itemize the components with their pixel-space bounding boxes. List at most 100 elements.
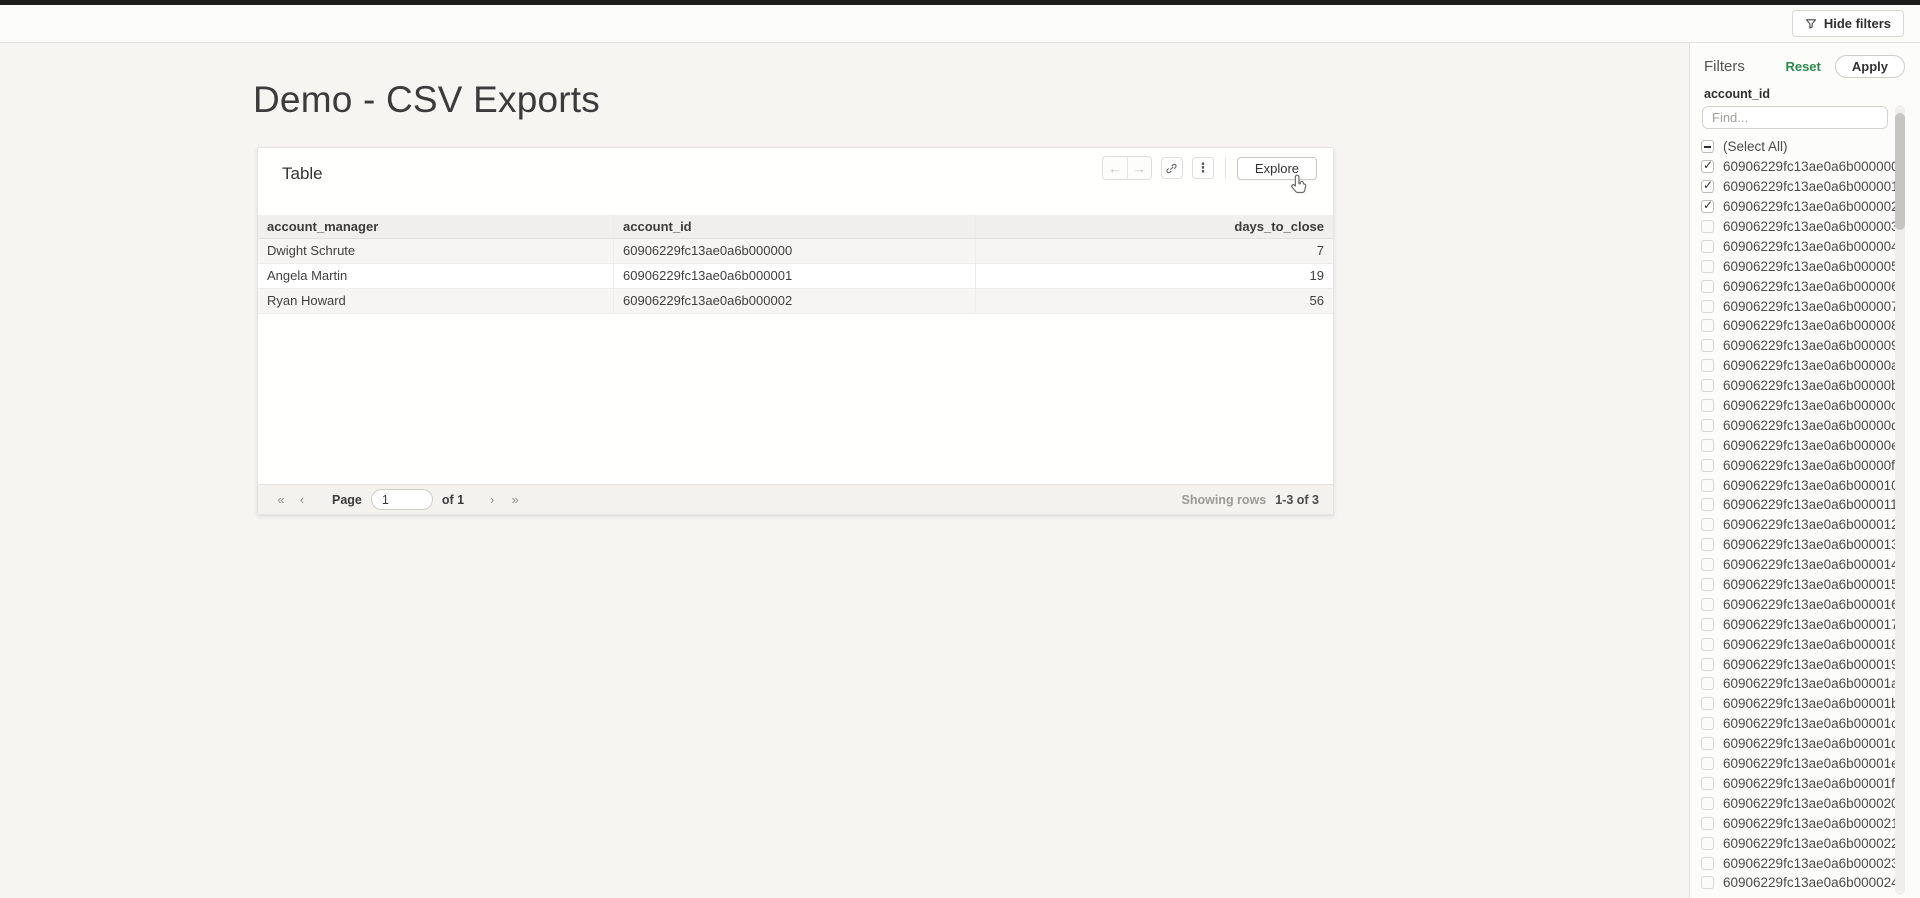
filter-item-row[interactable]: 60906229fc13ae0a6b000007 — [1690, 296, 1895, 316]
filter-item-row[interactable]: 60906229fc13ae0a6b00000b — [1690, 376, 1895, 396]
filter-item-checkbox[interactable] — [1701, 518, 1714, 531]
filter-item-checkbox[interactable] — [1701, 837, 1714, 850]
table-row[interactable]: Dwight Schrute 60906229fc13ae0a6b000000 … — [258, 239, 1333, 264]
filter-item-checkbox[interactable] — [1701, 817, 1714, 830]
select-all-row[interactable]: (Select All) — [1690, 137, 1895, 157]
filter-item-checkbox[interactable] — [1701, 638, 1714, 651]
filter-item-checkbox[interactable] — [1701, 260, 1714, 273]
filter-item-checkbox[interactable] — [1701, 677, 1714, 690]
filter-item-checkbox[interactable] — [1701, 777, 1714, 790]
filter-item-row[interactable]: 60906229fc13ae0a6b000009 — [1690, 336, 1895, 356]
table-row[interactable]: Angela Martin 60906229fc13ae0a6b000001 1… — [258, 264, 1333, 289]
filter-item-row[interactable]: 60906229fc13ae0a6b00000c — [1690, 396, 1895, 416]
filter-item-checkbox[interactable] — [1701, 300, 1714, 313]
select-all-label: (Select All) — [1723, 139, 1788, 154]
copy-link-button[interactable] — [1161, 157, 1183, 179]
filter-item-checkbox[interactable] — [1701, 598, 1714, 611]
page-number-input[interactable] — [371, 489, 433, 510]
back-arrow-button[interactable]: ← — [1103, 157, 1127, 179]
hide-filters-button[interactable]: Hide filters — [1792, 10, 1904, 37]
filter-item-checkbox[interactable] — [1701, 797, 1714, 810]
filter-item-row[interactable]: 60906229fc13ae0a6b000021 — [1690, 813, 1895, 833]
filter-item-row[interactable]: 60906229fc13ae0a6b000000 — [1690, 157, 1895, 177]
filter-item-checkbox[interactable] — [1701, 737, 1714, 750]
column-header-days-to-close[interactable]: days_to_close — [976, 215, 1333, 238]
filter-item-row[interactable]: 60906229fc13ae0a6b000020 — [1690, 793, 1895, 813]
filter-item-checkbox[interactable] — [1701, 359, 1714, 372]
filter-item-row[interactable]: 60906229fc13ae0a6b000008 — [1690, 316, 1895, 336]
filter-item-row[interactable]: 60906229fc13ae0a6b00000d — [1690, 415, 1895, 435]
filter-item-row[interactable]: 60906229fc13ae0a6b000014 — [1690, 555, 1895, 575]
filter-item-row[interactable]: 60906229fc13ae0a6b00001c — [1690, 714, 1895, 734]
explore-button[interactable]: Explore — [1237, 157, 1317, 180]
filter-item-row[interactable]: 60906229fc13ae0a6b000022 — [1690, 833, 1895, 853]
filter-item-row[interactable]: 60906229fc13ae0a6b000012 — [1690, 515, 1895, 535]
filter-item-checkbox[interactable] — [1701, 339, 1714, 352]
filter-item-checkbox[interactable] — [1701, 558, 1714, 571]
filter-item-checkbox[interactable] — [1701, 319, 1714, 332]
filter-item-checkbox[interactable] — [1701, 200, 1714, 213]
filter-item-row[interactable]: 60906229fc13ae0a6b000011 — [1690, 495, 1895, 515]
filter-item-checkbox[interactable] — [1701, 220, 1714, 233]
filter-item-row[interactable]: 60906229fc13ae0a6b00000f — [1690, 455, 1895, 475]
filter-item-checkbox[interactable] — [1701, 459, 1714, 472]
filter-item-row[interactable]: 60906229fc13ae0a6b00001d — [1690, 734, 1895, 754]
filter-item-row[interactable]: 60906229fc13ae0a6b000015 — [1690, 575, 1895, 595]
filter-item-checkbox[interactable] — [1701, 379, 1714, 392]
filter-item-row[interactable]: 60906229fc13ae0a6b000005 — [1690, 256, 1895, 276]
filter-item-checkbox[interactable] — [1701, 876, 1714, 889]
forward-arrow-button[interactable]: → — [1127, 157, 1151, 179]
filter-item-row[interactable]: 60906229fc13ae0a6b000001 — [1690, 177, 1895, 197]
filter-item-row[interactable]: 60906229fc13ae0a6b000006 — [1690, 276, 1895, 296]
filter-item-row[interactable]: 60906229fc13ae0a6b000024 — [1690, 873, 1895, 893]
column-header-account-id[interactable]: account_id — [614, 215, 976, 238]
filter-item-row[interactable]: 60906229fc13ae0a6b000004 — [1690, 236, 1895, 256]
filter-item-row[interactable]: 60906229fc13ae0a6b000016 — [1690, 594, 1895, 614]
select-all-checkbox[interactable] — [1701, 140, 1714, 153]
prev-page-button[interactable]: ‹ — [294, 492, 310, 507]
filter-item-row[interactable]: 60906229fc13ae0a6b000017 — [1690, 614, 1895, 634]
filter-item-row[interactable]: 60906229fc13ae0a6b000003 — [1690, 217, 1895, 237]
filter-item-row[interactable]: 60906229fc13ae0a6b000002 — [1690, 197, 1895, 217]
next-page-button[interactable]: › — [484, 492, 500, 507]
filter-list-scrollbar-thumb[interactable] — [1895, 113, 1905, 230]
last-page-button[interactable]: » — [506, 492, 522, 507]
filter-item-row[interactable]: 60906229fc13ae0a6b00001a — [1690, 674, 1895, 694]
first-page-button[interactable]: « — [272, 492, 288, 507]
column-header-account-manager[interactable]: account_manager — [258, 215, 614, 238]
filter-item-label: 60906229fc13ae0a6b000001 — [1723, 179, 1899, 194]
filter-item-checkbox[interactable] — [1701, 658, 1714, 671]
filter-item-checkbox[interactable] — [1701, 697, 1714, 710]
filter-item-checkbox[interactable] — [1701, 717, 1714, 730]
filter-item-checkbox[interactable] — [1701, 439, 1714, 452]
filter-item-row[interactable]: 60906229fc13ae0a6b00000a — [1690, 356, 1895, 376]
filter-item-checkbox[interactable] — [1701, 160, 1714, 173]
cell-account-manager: Angela Martin — [258, 264, 614, 288]
filter-item-checkbox[interactable] — [1701, 240, 1714, 253]
filter-item-row[interactable]: 60906229fc13ae0a6b000023 — [1690, 853, 1895, 873]
apply-filters-button[interactable]: Apply — [1835, 55, 1905, 78]
filter-item-row[interactable]: 60906229fc13ae0a6b00001e — [1690, 754, 1895, 774]
filter-item-row[interactable]: 60906229fc13ae0a6b00001b — [1690, 694, 1895, 714]
filter-item-checkbox[interactable] — [1701, 419, 1714, 432]
filter-item-row[interactable]: 60906229fc13ae0a6b00000e — [1690, 435, 1895, 455]
filter-item-checkbox[interactable] — [1701, 578, 1714, 591]
filter-item-checkbox[interactable] — [1701, 857, 1714, 870]
filter-item-checkbox[interactable] — [1701, 618, 1714, 631]
filter-item-checkbox[interactable] — [1701, 479, 1714, 492]
filter-item-checkbox[interactable] — [1701, 399, 1714, 412]
filter-item-row[interactable]: 60906229fc13ae0a6b00001f — [1690, 774, 1895, 794]
filter-item-row[interactable]: 60906229fc13ae0a6b000013 — [1690, 535, 1895, 555]
filter-item-checkbox[interactable] — [1701, 538, 1714, 551]
filter-item-row[interactable]: 60906229fc13ae0a6b000010 — [1690, 475, 1895, 495]
more-options-button[interactable]: ⋮ — [1192, 157, 1214, 179]
table-row[interactable]: Ryan Howard 60906229fc13ae0a6b000002 56 — [258, 289, 1333, 314]
filter-item-checkbox[interactable] — [1701, 280, 1714, 293]
filter-item-row[interactable]: 60906229fc13ae0a6b000018 — [1690, 634, 1895, 654]
filter-item-checkbox[interactable] — [1701, 180, 1714, 193]
reset-filters-link[interactable]: Reset — [1785, 59, 1820, 74]
filter-item-row[interactable]: 60906229fc13ae0a6b000019 — [1690, 654, 1895, 674]
filter-item-checkbox[interactable] — [1701, 757, 1714, 770]
filter-item-checkbox[interactable] — [1701, 498, 1714, 511]
filter-search-input[interactable] — [1702, 106, 1888, 129]
